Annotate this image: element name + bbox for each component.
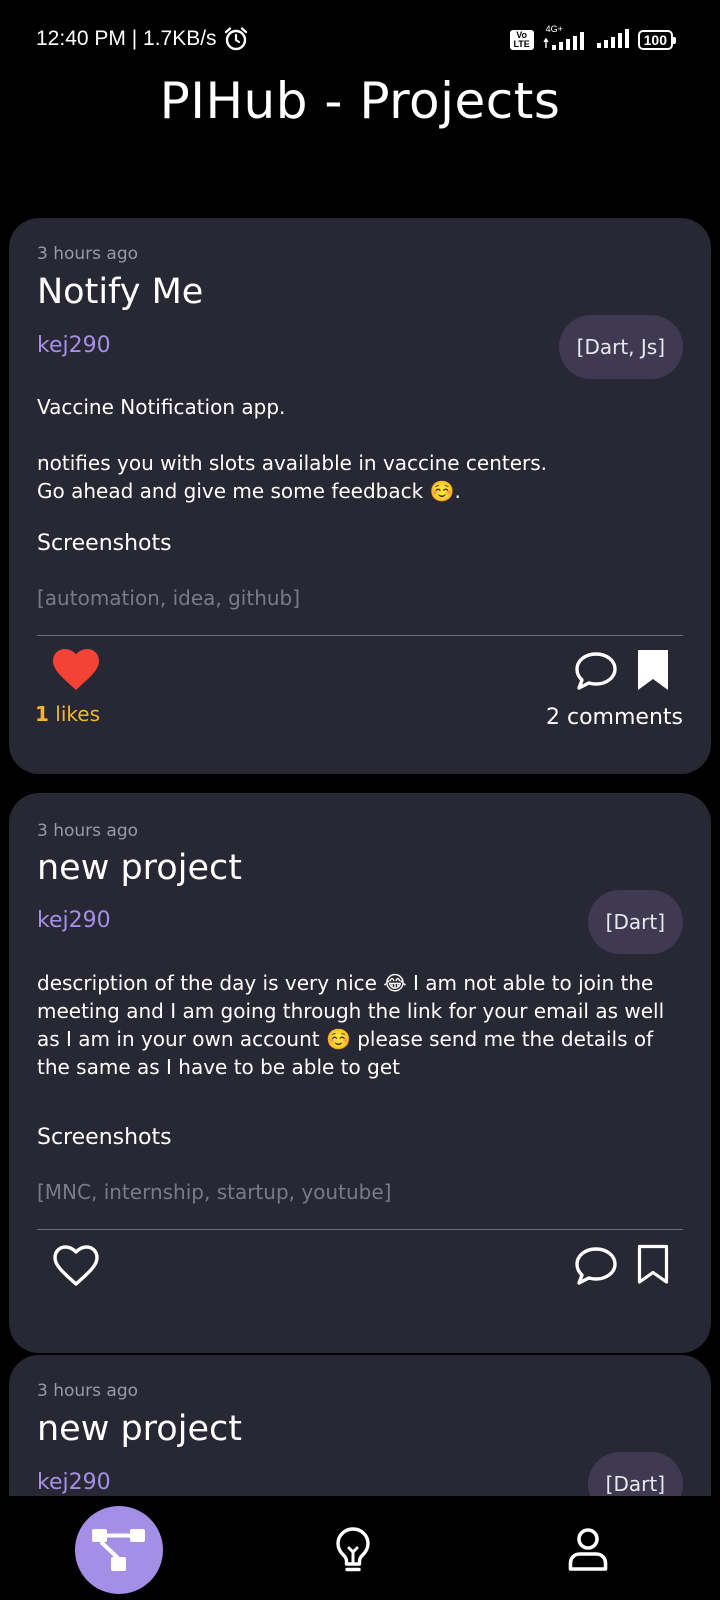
heart-outline-icon: [53, 1245, 99, 1286]
status-left: 12:40 PM | 1.7KB/s: [36, 26, 249, 52]
post-time: 3 hours ago: [37, 821, 139, 841]
likes-count: 1 likes: [35, 702, 100, 726]
post-time: 3 hours ago: [37, 244, 139, 264]
bookmark-button[interactable]: [633, 645, 673, 695]
battery-tip: [673, 36, 676, 44]
screenshots-label[interactable]: Screenshots: [37, 1125, 172, 1150]
project-title: new project: [37, 848, 242, 888]
bookmark-filled-icon: [638, 650, 668, 690]
signal-icon: [596, 26, 630, 54]
status-time: 12:40 PM | 1.7KB/s: [36, 27, 217, 50]
language-chip: [Dart, Js]: [558, 315, 683, 379]
projects-tree-icon: [92, 1529, 145, 1571]
status-right: Vo LTE 4G+ 100: [509, 24, 676, 54]
project-title: new project: [37, 1409, 242, 1449]
project-description: Vaccine Notification app. notifies you w…: [37, 395, 548, 503]
comment-button[interactable]: [572, 648, 620, 694]
project-title: Notify Me: [37, 272, 204, 312]
page-title: PIHub - Projects: [159, 72, 561, 130]
project-card[interactable]: 3 hours ago new project kej290 [Dart] de…: [9, 793, 711, 1353]
project-description: description of the day is very nice 😂 I …: [37, 971, 665, 1079]
bottom-navigation: [0, 1496, 720, 1600]
network-4g-icon: 4G+: [542, 24, 588, 52]
like-number: 1: [35, 702, 49, 726]
battery-level: 100: [637, 30, 673, 50]
project-feed[interactable]: 3 hours ago Notify Me kej290 [Dart, Js] …: [0, 218, 720, 1496]
comment-bubble-icon: [575, 652, 617, 690]
project-tags: [automation, idea, github]: [37, 586, 301, 610]
author-link[interactable]: kej290: [37, 1470, 111, 1495]
nav-projects[interactable]: [75, 1506, 163, 1594]
project-tags: [MNC, internship, startup, youtube]: [37, 1180, 392, 1204]
project-card[interactable]: 3 hours ago Notify Me kej290 [Dart, Js] …: [9, 218, 711, 774]
like-button[interactable]: [49, 643, 103, 697]
author-link[interactable]: kej290: [37, 333, 111, 358]
language-chip: [Dart]: [587, 1452, 683, 1496]
project-card[interactable]: 3 hours ago new project kej290 [Dart]: [9, 1355, 711, 1496]
comments-count[interactable]: 2 comments: [546, 705, 683, 730]
bookmark-outline-icon: [637, 1244, 669, 1284]
lightbulb-icon: [336, 1527, 370, 1572]
nav-profile[interactable]: [544, 1506, 632, 1594]
likes-suffix: likes: [48, 702, 100, 726]
nav-ideas[interactable]: [309, 1506, 397, 1594]
card-divider: [37, 635, 683, 636]
comment-button[interactable]: [572, 1243, 620, 1289]
bookmark-button[interactable]: [633, 1240, 673, 1290]
battery-icon: 100: [637, 30, 676, 50]
author-link[interactable]: kej290: [37, 908, 111, 933]
alarm-clock-icon: [223, 26, 249, 52]
post-time: 3 hours ago: [37, 1381, 139, 1401]
comment-bubble-icon: [575, 1247, 617, 1285]
screenshots-label[interactable]: Screenshots: [37, 531, 172, 556]
heart-filled-icon: [53, 649, 99, 690]
status-bar: 12:40 PM | 1.7KB/s Vo LTE 4G+ 100: [0, 0, 720, 78]
like-button[interactable]: [49, 1239, 103, 1293]
language-chip: [Dart]: [587, 890, 683, 954]
profile-icon: [568, 1528, 608, 1571]
volte-icon: Vo LTE: [509, 30, 534, 50]
card-divider: [37, 1229, 683, 1230]
